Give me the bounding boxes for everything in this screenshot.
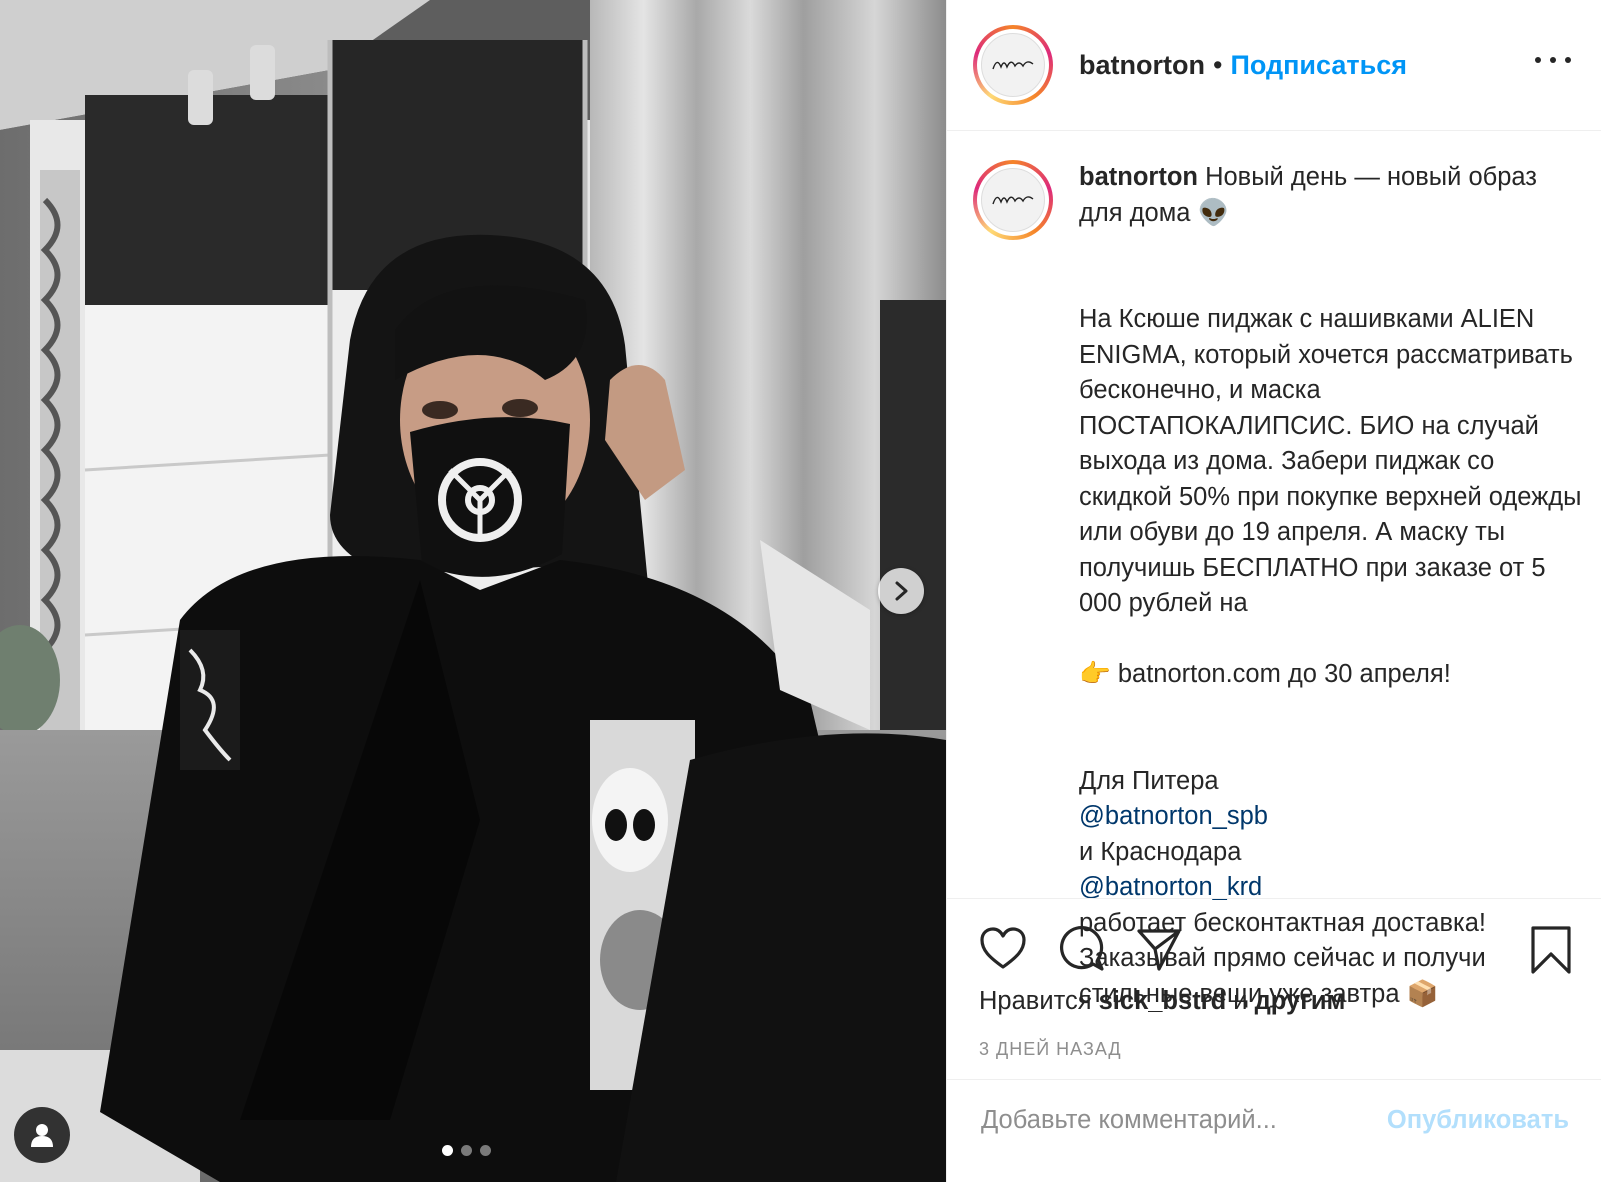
post-header: batnorton • Подписаться [947, 0, 1601, 131]
user-tag-icon [31, 1124, 53, 1147]
carousel-dot [442, 1145, 453, 1156]
follow-button[interactable]: Подписаться [1230, 50, 1407, 81]
action-bar [979, 925, 1573, 975]
caption-section: batnorton Новый день — новый образ для д… [973, 160, 1587, 1012]
liker-username[interactable]: sick_bstrd [1099, 987, 1227, 1015]
more-icon [1565, 57, 1571, 63]
post-timestamp[interactable]: 3 ДНЕЙ НАЗАД [979, 1039, 1122, 1060]
publish-comment-button[interactable]: Опубликовать [1387, 1106, 1569, 1135]
comment-input[interactable] [979, 1104, 1387, 1136]
share-icon[interactable] [1135, 925, 1183, 973]
header-separator: • [1212, 49, 1223, 80]
post-photo [0, 0, 946, 1182]
author-username[interactable]: batnorton [1079, 50, 1205, 81]
caption-text-part: и Краснодара [1079, 837, 1242, 866]
brand-logo-icon [992, 61, 1034, 70]
likes-conjunction: и [1233, 987, 1248, 1015]
comment-form: Опубликовать [947, 1079, 1601, 1160]
caption-first-line: batnorton Новый день — новый образ для д… [1079, 160, 1587, 231]
post-container: batnorton • Подписаться batnorton Новый … [0, 0, 1601, 1182]
bookmark-icon[interactable] [1529, 925, 1573, 975]
likes-summary: Нравится sick_bstrd и другим [979, 987, 1345, 1016]
story-ring[interactable] [973, 160, 1053, 240]
caption-text: batnorton Новый день — новый образ для д… [1079, 160, 1587, 1012]
caption-username[interactable]: batnorton [1079, 163, 1198, 191]
comment-icon[interactable] [1057, 925, 1105, 973]
caption-body: На Ксюше пиджак с нашивками ALIEN ENIGMA… [1079, 305, 1582, 617]
heart-icon[interactable] [979, 925, 1027, 973]
user-tags-button[interactable] [14, 1107, 70, 1163]
post-side-panel: batnorton • Подписаться batnorton Новый … [946, 0, 1601, 1182]
avatar[interactable] [981, 33, 1045, 97]
avatar-frame [977, 29, 1049, 101]
carousel-indicator [442, 1145, 491, 1156]
post-media[interactable] [0, 0, 946, 1182]
post-actions: Нравится sick_bstrd и другим 3 ДНЕЙ НАЗА… [947, 898, 1601, 1159]
more-options-button[interactable] [1535, 50, 1571, 70]
caption-paragraph: На Ксюше пиджак с нашивками ALIEN ENIGMA… [1079, 267, 1587, 693]
mention-link[interactable]: @batnorton_spb [1079, 802, 1268, 830]
carousel-dot [480, 1145, 491, 1156]
brand-logo-icon [992, 196, 1034, 205]
likes-prefix: Нравится [979, 987, 1092, 1015]
next-photo-button[interactable] [878, 568, 924, 614]
more-icon [1550, 57, 1556, 63]
caption-link-line: 👉 batnorton.com до 30 апреля! [1079, 660, 1451, 688]
carousel-dot [461, 1145, 472, 1156]
avatar[interactable] [981, 168, 1045, 232]
likes-others-link[interactable]: другим [1255, 987, 1346, 1015]
chevron-right-icon [895, 581, 908, 601]
more-icon [1535, 57, 1541, 63]
avatar-frame [977, 164, 1049, 236]
caption-text-part: Для Питера [1079, 766, 1219, 795]
story-ring[interactable] [973, 25, 1053, 105]
mention-link[interactable]: @batnorton_krd [1079, 873, 1262, 901]
